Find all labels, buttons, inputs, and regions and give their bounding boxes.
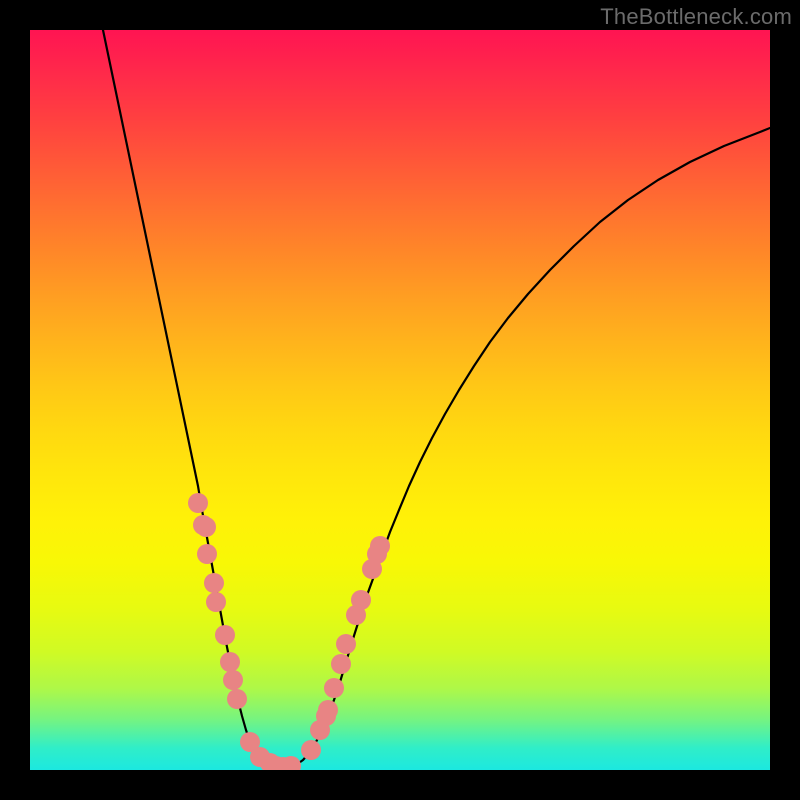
data-point xyxy=(197,544,217,564)
data-point xyxy=(331,654,351,674)
chart-frame: TheBottleneck.com xyxy=(0,0,800,800)
curve-right xyxy=(280,128,770,769)
curve-left xyxy=(103,30,280,769)
data-point xyxy=(324,678,344,698)
data-point xyxy=(204,573,224,593)
data-point xyxy=(188,493,208,513)
data-point xyxy=(215,625,235,645)
chart-svg xyxy=(30,30,770,770)
data-point xyxy=(351,590,371,610)
data-point xyxy=(336,634,356,654)
data-point xyxy=(223,670,243,690)
data-point xyxy=(220,652,240,672)
watermark-text: TheBottleneck.com xyxy=(600,4,792,30)
data-point xyxy=(318,700,338,720)
plot-area xyxy=(30,30,770,770)
data-point xyxy=(196,517,216,537)
data-point xyxy=(370,536,390,556)
data-point xyxy=(227,689,247,709)
data-point xyxy=(206,592,226,612)
data-point xyxy=(301,740,321,760)
